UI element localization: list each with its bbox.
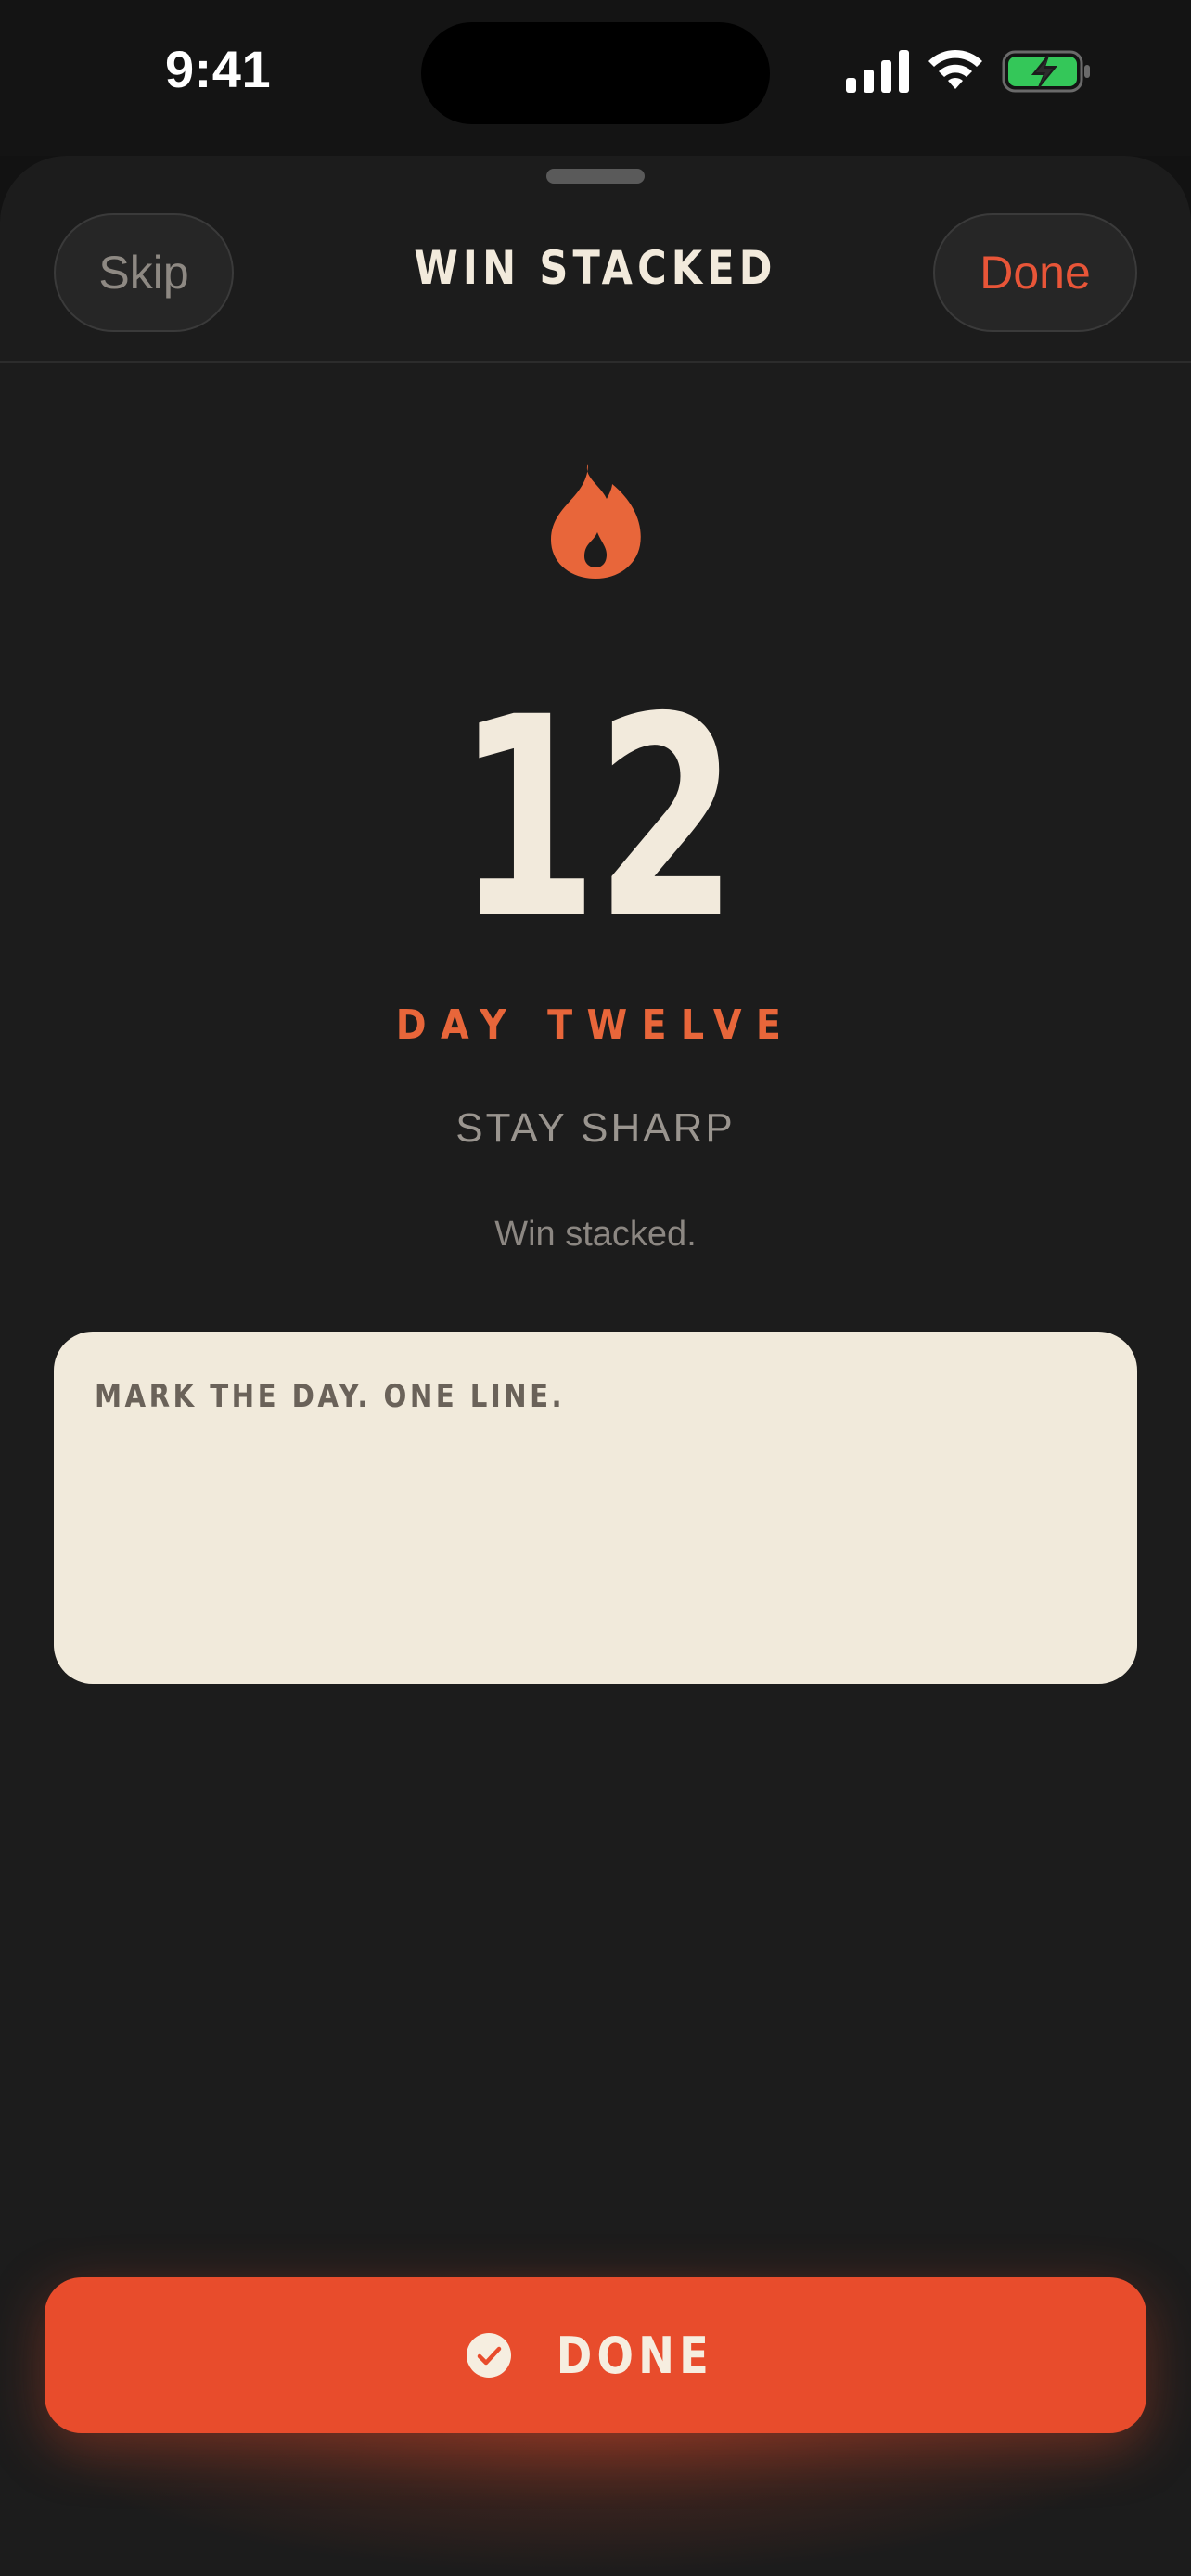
skip-button[interactable]: Skip bbox=[54, 213, 234, 332]
win-sheet: Skip WIN STACKED Done 12 DAY TWELVE STAY… bbox=[0, 156, 1191, 2576]
flame-icon bbox=[551, 464, 641, 579]
note-input[interactable]: MARK THE DAY. ONE LINE. bbox=[54, 1332, 1137, 1684]
day-label: DAY TWELVE bbox=[395, 1001, 796, 1049]
sheet-title: WIN STACKED bbox=[414, 241, 777, 295]
check-circle-icon bbox=[466, 2333, 511, 2378]
status-bar: 9:41 bbox=[0, 0, 1191, 156]
streak-count: 12 bbox=[455, 658, 738, 980]
done-cta-button[interactable]: DONE bbox=[45, 2277, 1146, 2433]
battery-charging-icon bbox=[1002, 50, 1090, 93]
motto-text: STAY SHARP bbox=[455, 1105, 736, 1151]
note-placeholder: MARK THE DAY. ONE LINE. bbox=[95, 1378, 566, 1415]
subtext: Win stacked. bbox=[494, 1215, 697, 1254]
done-cta-label: DONE bbox=[556, 2326, 713, 2385]
cellular-signal-icon bbox=[846, 50, 909, 93]
sheet-header: Skip WIN STACKED Done bbox=[0, 156, 1191, 363]
status-time: 9:41 bbox=[165, 40, 272, 98]
wifi-icon bbox=[928, 49, 982, 89]
done-header-button[interactable]: Done bbox=[933, 213, 1137, 332]
dynamic-island bbox=[421, 22, 770, 124]
